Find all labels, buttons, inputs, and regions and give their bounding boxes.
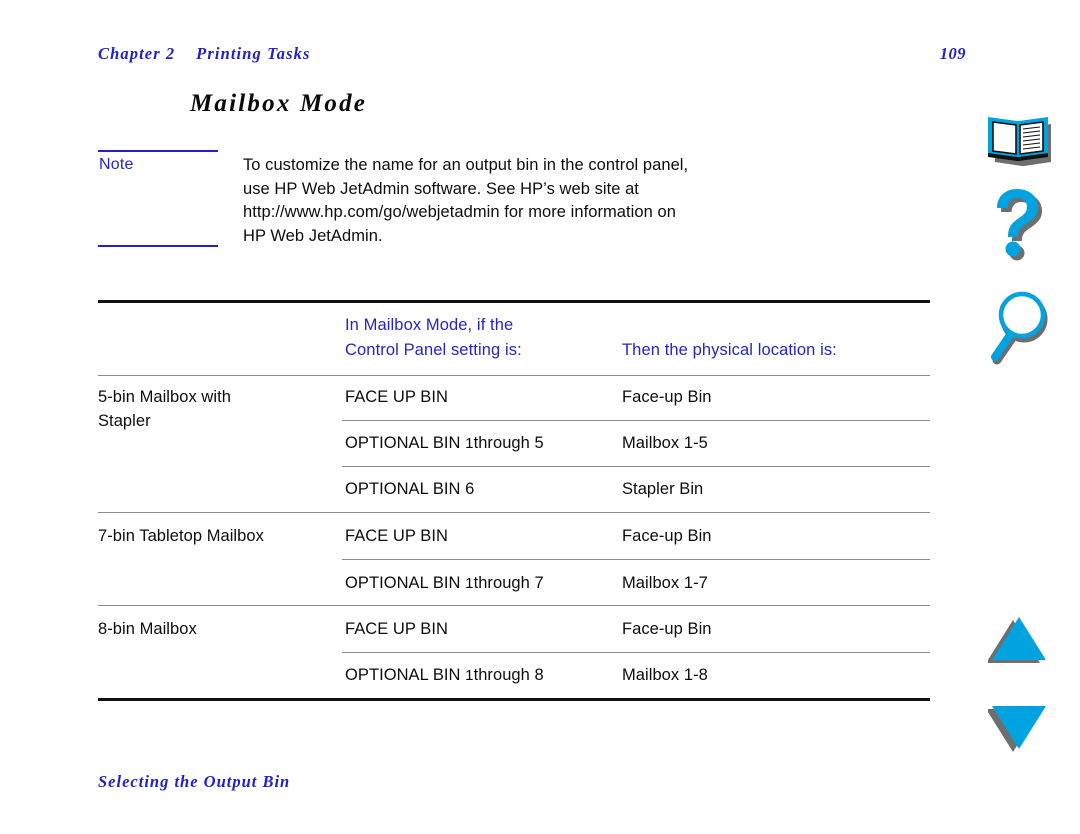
table-cell-setting: OPTIONAL BIN 1through 5 <box>345 434 544 453</box>
running-header: Chapter 2 Printing Tasks 109 <box>98 44 966 68</box>
column-header-setting-line2: Control Panel setting is: <box>345 341 522 359</box>
table-cell-setting: OPTIONAL BIN 1through 8 <box>345 666 544 685</box>
contents-button[interactable] <box>958 112 1080 174</box>
document-page: Chapter 2 Printing Tasks 109 Mailbox Mod… <box>0 0 1080 834</box>
row-device-label: 7-bin Tabletop Mailbox <box>98 527 264 545</box>
table-cell-location: Stapler Bin <box>622 480 704 498</box>
column-header-location: Then the physical location is: <box>622 341 837 359</box>
table-cell-setting: FACE UP BIN <box>345 527 448 545</box>
table-inner-rule <box>342 652 930 654</box>
table-cell-location: Mailbox 1-8 <box>622 666 708 684</box>
setting-prefix: OPTIONAL BIN <box>345 666 466 684</box>
table-cell-setting: OPTIONAL BIN 1through 7 <box>345 574 544 593</box>
table-cell-location: Face-up Bin <box>622 527 712 545</box>
table-group-rule <box>98 512 930 514</box>
note-line: To customize the name for an output bin … <box>243 156 689 174</box>
setting-number: 1 <box>465 667 474 684</box>
note-body: To customize the name for an output bin … <box>243 154 823 248</box>
next-page-button[interactable] <box>958 702 1080 760</box>
book-icon <box>988 117 1051 166</box>
setting-suffix: through 7 <box>473 574 544 592</box>
table-inner-rule <box>342 466 930 468</box>
setting-number: 1 <box>465 575 474 592</box>
setting-prefix: OPTIONAL BIN <box>345 434 466 452</box>
setting-number: 1 <box>465 435 474 452</box>
note-bottom-rule <box>98 245 218 247</box>
table-group-rule <box>98 605 930 607</box>
chapter-breadcrumb: Chapter 2 Printing Tasks <box>98 44 311 63</box>
note-line: HP Web JetAdmin. <box>243 226 383 245</box>
table-header-rule <box>98 375 930 377</box>
table-inner-rule <box>342 559 930 561</box>
navigation-rail <box>958 0 1080 834</box>
setting-suffix: through 8 <box>473 666 544 684</box>
note-line: use HP Web JetAdmin software. See HP’s w… <box>243 179 639 198</box>
table-cell-setting: FACE UP BIN <box>345 388 448 406</box>
footer-section-label: Selecting the Output Bin <box>98 772 291 791</box>
setting-suffix: through 5 <box>473 434 544 452</box>
table-cell-setting: FACE UP BIN <box>345 620 448 638</box>
question-mark-icon <box>997 189 1042 261</box>
row-device-label: 5-bin Mailbox with <box>98 388 231 406</box>
magnifier-icon <box>991 291 1048 365</box>
table-cell-location: Face-up Bin <box>622 388 712 406</box>
note-line: http://www.hp.com/go/webjetadmin for mor… <box>243 203 676 221</box>
table-cell-location: Mailbox 1-5 <box>622 434 708 452</box>
column-header-setting-line1: In Mailbox Mode, if the <box>345 316 514 334</box>
row-device-label: Stapler <box>98 412 151 430</box>
table-bottom-border <box>98 698 930 701</box>
triangle-down-icon <box>988 706 1046 752</box>
table-cell-setting: OPTIONAL BIN 6 <box>345 480 475 498</box>
table-cell-location: Face-up Bin <box>622 620 712 638</box>
row-device-label: 8-bin Mailbox <box>98 620 197 638</box>
note-top-rule <box>98 150 218 152</box>
table-top-border <box>98 300 930 303</box>
setting-prefix: OPTIONAL BIN <box>345 574 466 592</box>
triangle-up-icon <box>988 617 1046 663</box>
table-inner-rule <box>342 420 930 422</box>
previous-page-button[interactable] <box>958 614 1080 672</box>
help-button[interactable] <box>958 188 1080 272</box>
page-title: Mailbox Mode <box>190 90 368 117</box>
search-button[interactable] <box>958 288 1080 374</box>
table-cell-location: Mailbox 1-7 <box>622 574 708 592</box>
note-label: Note <box>99 156 134 173</box>
